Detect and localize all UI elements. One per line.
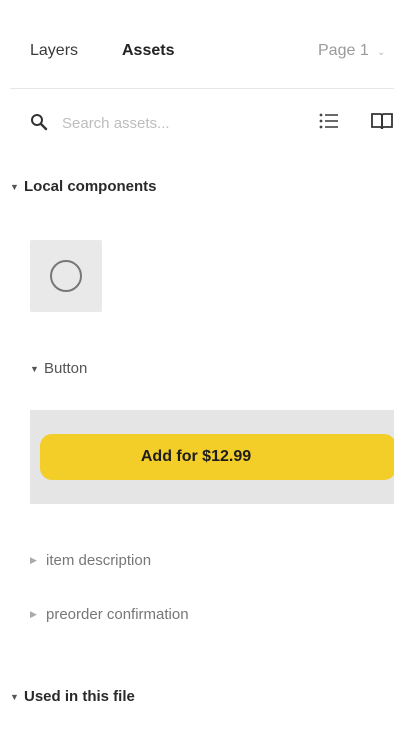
group-button-header[interactable]: ▼ Button: [30, 360, 87, 377]
used-in-file-header[interactable]: ▼ Used in this file: [10, 688, 135, 705]
group-button-label: Button: [44, 360, 88, 377]
button-component-preview[interactable]: Add for $12.99: [30, 410, 394, 504]
caret-right-icon: ▶: [30, 609, 37, 619]
page-select-label: Page 1: [318, 42, 369, 59]
search-icon: [31, 114, 48, 131]
caret-down-icon: ▼: [10, 181, 19, 192]
group-item-description-label: item description: [46, 552, 152, 569]
used-in-file-title: Used in this file: [24, 688, 135, 705]
chevron-down-icon: ⌄: [377, 47, 386, 58]
local-components-header[interactable]: ▼ Local components: [10, 178, 157, 195]
tab-layers[interactable]: Layers: [30, 42, 78, 60]
group-item-description-header[interactable]: ▶ item description: [30, 552, 151, 569]
component-thumbnail-circle[interactable]: [30, 240, 102, 312]
group-preorder-confirmation-header[interactable]: ▶ preorder confirmation: [30, 606, 189, 623]
local-components-title: Local components: [24, 178, 157, 195]
group-preorder-confirmation-label: preorder confirmation: [46, 606, 189, 623]
caret-down-icon: ▼: [10, 691, 19, 702]
circle-icon: [50, 260, 82, 292]
search-input[interactable]: [62, 110, 282, 136]
header-divider: [10, 88, 394, 89]
list-view-icon[interactable]: [318, 111, 340, 131]
caret-right-icon: ▶: [30, 555, 37, 565]
tab-assets[interactable]: Assets: [122, 42, 174, 60]
library-book-icon[interactable]: [370, 111, 394, 131]
page-select[interactable]: Page 1 ⌄: [318, 42, 386, 60]
caret-down-icon: ▼: [30, 363, 39, 374]
add-to-cart-button-preview[interactable]: Add for $12.99: [40, 434, 394, 480]
